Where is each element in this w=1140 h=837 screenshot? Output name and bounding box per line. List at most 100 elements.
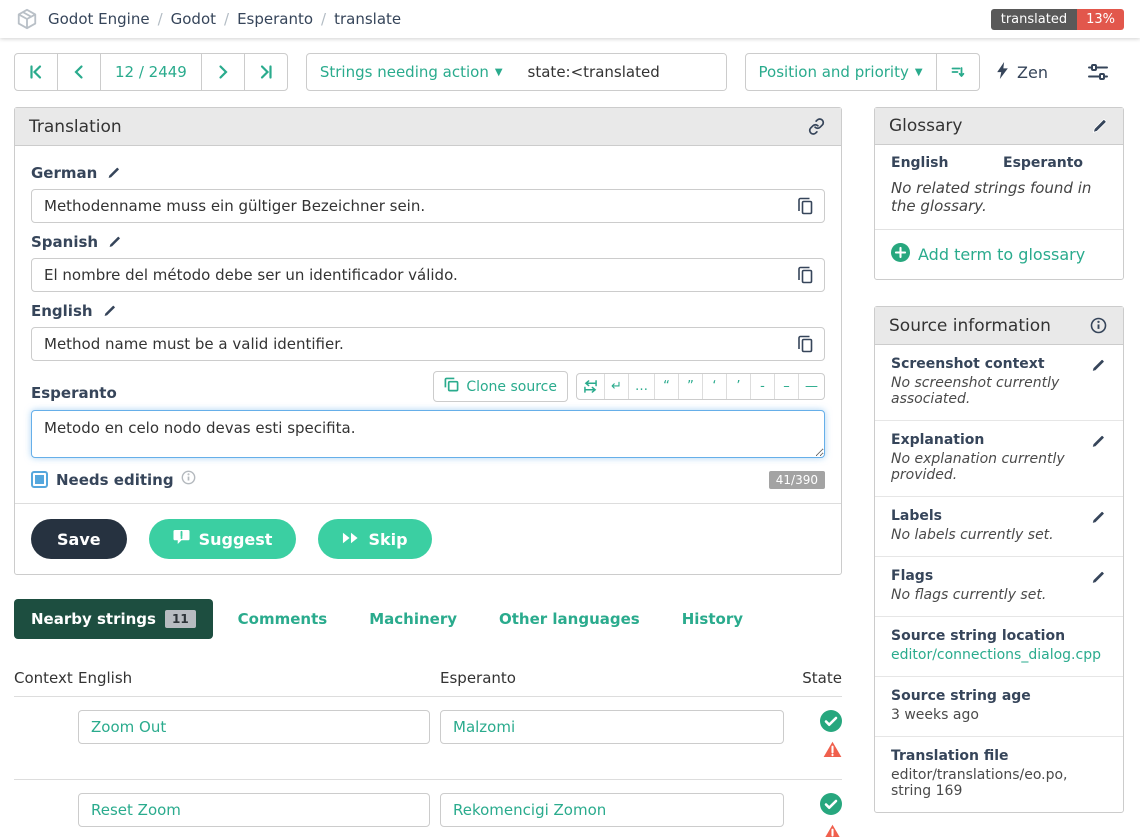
edit-pencil-icon[interactable]: [104, 164, 122, 182]
row-english-text[interactable]: Zoom Out: [78, 710, 430, 744]
clone-source-label: Clone source: [466, 379, 557, 395]
needs-editing-checkbox[interactable]: [31, 471, 48, 488]
source-information-panel: Source information Screenshot context No…: [874, 306, 1124, 813]
filter-dropdown[interactable]: Strings needing action ▼: [307, 54, 516, 90]
section-label: Screenshot context: [891, 356, 1045, 372]
column-header-context: Context: [14, 669, 78, 687]
close-quote-character-button[interactable]: ”: [678, 374, 702, 399]
sidebar-column: Glossary English Esperanto No related st…: [874, 107, 1124, 813]
glossary-empty-text: No related strings found in the glossary…: [875, 177, 1123, 229]
source-file-link[interactable]: editor/connections_dialog.cpp: [891, 647, 1107, 663]
source-info-explanation: Explanation No explanation currently pro…: [875, 420, 1123, 496]
editor-column: Translation German Methoden: [14, 107, 842, 837]
first-string-button[interactable]: [15, 54, 57, 90]
row-state: [802, 710, 842, 762]
edit-pencil-icon[interactable]: [1089, 116, 1109, 136]
breadcrumb-component[interactable]: Godot: [171, 10, 216, 28]
special-characters-group: ↵ … “ ” ‘ ’ - – —: [576, 373, 825, 400]
breadcrumb-language[interactable]: Esperanto: [237, 10, 313, 28]
nearby-table-header: Context English Esperanto State: [14, 669, 842, 696]
close-single-quote-character-button[interactable]: ’: [726, 374, 750, 399]
em-dash-character-button[interactable]: —: [798, 374, 824, 399]
source-info-string-location: Source string location editor/connection…: [875, 616, 1123, 676]
nearby-count-badge: 11: [165, 610, 196, 628]
suggest-label: Suggest: [199, 530, 273, 549]
section-value: No screenshot currently associated.: [891, 375, 1107, 407]
translation-input[interactable]: Metodo en celo nodo devas esti specifita…: [31, 410, 825, 458]
breadcrumb-separator: /: [224, 10, 229, 28]
next-string-button[interactable]: [201, 54, 244, 90]
language-label-english: English: [31, 302, 825, 320]
tab-character-button[interactable]: [577, 374, 604, 399]
permalink-icon[interactable]: [806, 116, 827, 137]
column-header-state: State: [802, 669, 842, 687]
copy-icon[interactable]: [796, 195, 816, 217]
tab-machinery[interactable]: Machinery: [352, 599, 474, 639]
settings-sliders-icon[interactable]: [1082, 57, 1114, 87]
section-value: editor/translations/eo.po, string 169: [891, 767, 1107, 799]
column-header-english: English: [78, 669, 430, 687]
translated-progress-badge[interactable]: translated 13%: [991, 9, 1124, 30]
zen-mode-button[interactable]: Zen: [988, 56, 1056, 89]
sort-direction-button[interactable]: [936, 54, 979, 90]
edit-pencil-icon[interactable]: [100, 302, 118, 320]
add-term-label: Add term to glossary: [918, 245, 1085, 264]
table-row[interactable]: Zoom Out Malzomi: [14, 696, 842, 779]
edit-pencil-icon[interactable]: [1088, 356, 1107, 375]
edit-pencil-icon[interactable]: [1088, 508, 1107, 527]
section-label: Source string age: [891, 688, 1031, 704]
breadcrumb-separator: /: [321, 10, 326, 28]
previous-string-button[interactable]: [57, 54, 100, 90]
suggest-button[interactable]: Suggest: [149, 519, 297, 559]
ellipsis-character-button[interactable]: …: [628, 374, 654, 399]
row-context: [14, 793, 78, 837]
badge-label: translated: [991, 9, 1077, 30]
edit-pencil-icon[interactable]: [105, 233, 123, 251]
save-button[interactable]: Save: [31, 519, 127, 559]
string-position-counter: 12 / 2449: [100, 54, 201, 90]
lightning-bolt-icon: [996, 62, 1009, 83]
top-navbar: Godot Engine / Godot / Esperanto / trans…: [0, 0, 1140, 38]
row-esperanto-text[interactable]: Rekomencigi Zomon: [440, 793, 784, 827]
edit-pencil-icon[interactable]: [1088, 432, 1107, 451]
copy-icon[interactable]: [796, 333, 816, 355]
target-tools: Clone source ↵ … “ ”: [433, 371, 825, 402]
clone-source-button[interactable]: Clone source: [433, 371, 568, 402]
copy-icon[interactable]: [796, 264, 816, 286]
order-dropdown[interactable]: Position and priority ▼: [746, 54, 936, 90]
column-header-esperanto: Esperanto: [440, 669, 784, 687]
glossary-column-esperanto: Esperanto: [1003, 155, 1083, 171]
tab-other-languages[interactable]: Other languages: [482, 599, 657, 639]
edit-pencil-icon[interactable]: [1088, 568, 1107, 587]
tab-comments[interactable]: Comments: [221, 599, 345, 639]
newline-character-button[interactable]: ↵: [604, 374, 628, 399]
en-dash-character-button[interactable]: –: [774, 374, 798, 399]
breadcrumb-page[interactable]: translate: [334, 10, 401, 28]
fast-forward-icon: [342, 530, 359, 549]
row-english-text[interactable]: Reset Zoom: [78, 793, 430, 827]
glossary-header: Glossary: [875, 108, 1123, 145]
hyphen-character-button[interactable]: -: [750, 374, 774, 399]
table-row[interactable]: Reset Zoom Rekomencigi Zomon: [14, 779, 842, 837]
reference-text-german: Methodenname muss ein gültiger Bezeichne…: [31, 189, 825, 223]
translate-toolbar: 12 / 2449 Strings needing action ▼ Posit…: [14, 53, 1126, 91]
needs-editing-label: Needs editing: [56, 471, 174, 489]
skip-button[interactable]: Skip: [318, 519, 431, 559]
row-state: [802, 793, 842, 837]
translation-panel: Translation German Methoden: [14, 107, 842, 575]
search-input[interactable]: [516, 54, 726, 90]
row-esperanto-text[interactable]: Malzomi: [440, 710, 784, 744]
source-info-screenshot-context: Screenshot context No screenshot current…: [875, 345, 1123, 420]
breadcrumb-project[interactable]: Godot Engine: [48, 10, 150, 28]
last-string-button[interactable]: [244, 54, 287, 90]
tab-history[interactable]: History: [665, 599, 760, 639]
section-label: Labels: [891, 508, 942, 524]
add-term-to-glossary-button[interactable]: Add term to glossary: [875, 229, 1123, 279]
open-quote-character-button[interactable]: “: [654, 374, 678, 399]
chevron-down-icon: ▼: [495, 67, 503, 78]
open-single-quote-character-button[interactable]: ‘: [702, 374, 726, 399]
target-language-label: Esperanto: [31, 384, 117, 402]
section-value: 3 weeks ago: [891, 707, 1107, 723]
tab-nearby-strings[interactable]: Nearby strings 11: [14, 599, 213, 639]
breadcrumb: Godot Engine / Godot / Esperanto / trans…: [48, 10, 401, 28]
